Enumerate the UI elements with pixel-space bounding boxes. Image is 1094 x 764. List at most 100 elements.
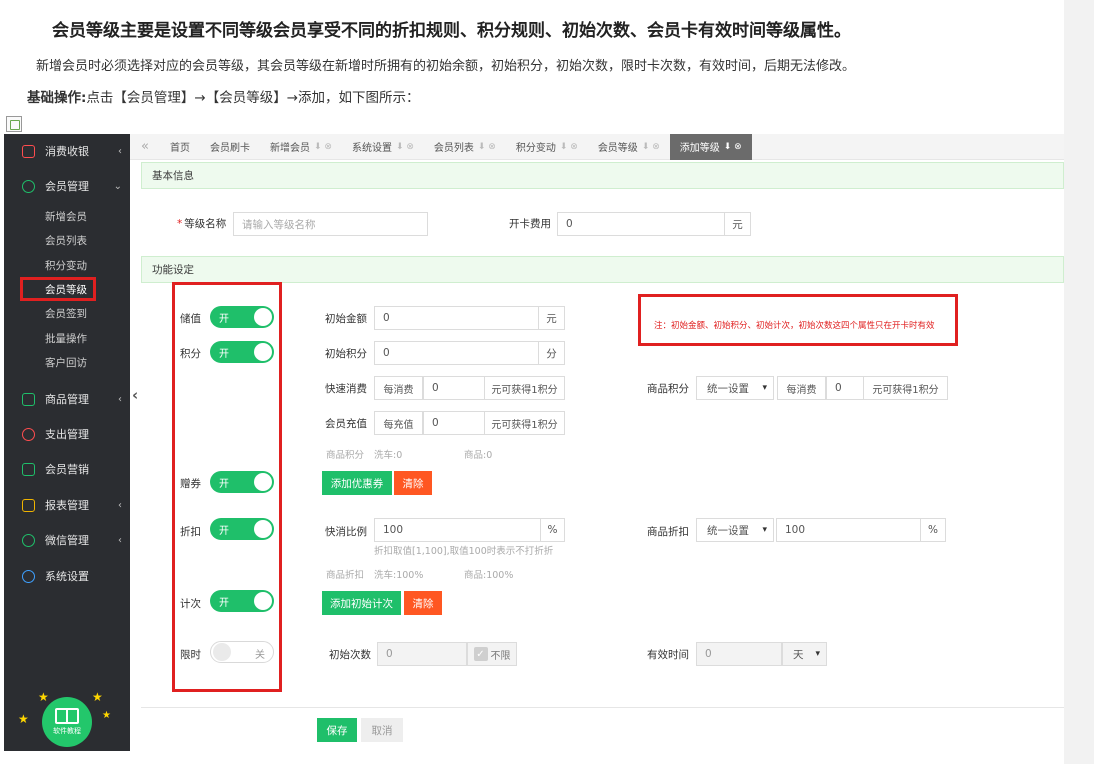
sidebar-item-members[interactable]: 会员管理 ⌄ bbox=[4, 169, 130, 203]
init-balance-input[interactable]: 0 bbox=[374, 306, 539, 330]
chevron-left-icon: ‹ bbox=[118, 393, 122, 405]
unlimited-label: 不限 bbox=[490, 650, 511, 662]
sidebar-item-reports[interactable]: 报表管理 ‹ bbox=[4, 488, 130, 522]
sidebar-item-pos[interactable]: 消费收银 ‹ bbox=[4, 134, 130, 168]
sidebar-item-marketing[interactable]: 会员营销 bbox=[4, 452, 130, 486]
tab-add-member[interactable]: 新增会员 ⬇ ⊗ bbox=[260, 134, 342, 160]
sidebar-sub-revisit[interactable]: 客户回访 bbox=[4, 350, 130, 374]
tab-add-level[interactable]: 添加等级 ⬇ ⊗ bbox=[669, 134, 752, 160]
broken-image-icon bbox=[6, 116, 22, 132]
goods-spend-input[interactable]: 0 bbox=[826, 376, 864, 400]
page-gutter bbox=[1064, 0, 1094, 764]
tab-home[interactable]: 首页 bbox=[160, 134, 200, 160]
app-screenshot: 消费收银 ‹ 会员管理 ⌄ 新增会员 会员列表 积分变动 会员等级 会员签到 批… bbox=[4, 134, 1064, 751]
sidebar-item-label: 报表管理 bbox=[45, 499, 89, 512]
level-name-label: * 等级名称 bbox=[177, 216, 226, 231]
book-icon bbox=[55, 708, 79, 724]
sidebar: 消费收银 ‹ 会员管理 ⌄ 新增会员 会员列表 积分变动 会员等级 会员签到 批… bbox=[4, 134, 130, 751]
sidebar-item-label: 会员管理 bbox=[45, 180, 89, 193]
sidebar-item-wechat[interactable]: 微信管理 ‹ bbox=[4, 523, 130, 557]
clear-coupon-button[interactable]: 清除 bbox=[394, 471, 432, 495]
valid-unit-select[interactable]: 天 ▾ bbox=[782, 642, 827, 666]
init-times-label: 初始次数 bbox=[329, 649, 371, 661]
sidebar-sub-member-list[interactable]: 会员列表 bbox=[4, 228, 130, 252]
close-icon[interactable]: ⬇ ⊗ bbox=[478, 142, 496, 152]
goods-discount-input[interactable]: 100 bbox=[776, 518, 921, 542]
tab-label: 积分变动 bbox=[515, 143, 556, 154]
close-icon[interactable]: ⬇ ⊗ bbox=[396, 142, 414, 152]
tab-label: 会员等级 bbox=[597, 143, 638, 154]
points-hint-carwash: 洗车:0 bbox=[374, 450, 403, 461]
chevron-down-icon: ▾ bbox=[815, 649, 820, 659]
close-icon[interactable]: ⬇ ⊗ bbox=[560, 142, 578, 152]
goods-points-select[interactable]: 统一设置 ▾ bbox=[696, 376, 774, 400]
section-function-settings: 功能设定 bbox=[141, 256, 1064, 283]
select-value: 天 bbox=[793, 648, 804, 661]
earn-point-unit: 元可获得1积分 bbox=[485, 411, 565, 435]
quick-ratio-unit: % bbox=[541, 518, 565, 542]
sidebar-item-goods[interactable]: 商品管理 ‹ bbox=[4, 382, 130, 416]
doc-paragraph: 新增会员时必须选择对应的会员等级，其会员等级在新增时所拥有的初始余额，初始积分，… bbox=[36, 59, 856, 74]
init-points-input[interactable]: 0 bbox=[374, 341, 539, 365]
note-text: 注：初始金额、初始积分、初始计次，初始次数这四个属性只在开卡时有效 bbox=[654, 321, 935, 331]
highlight-box bbox=[172, 282, 282, 692]
close-icon[interactable]: ⬇ ⊗ bbox=[314, 142, 332, 152]
init-times-input[interactable]: 0 bbox=[377, 642, 467, 666]
tab-label: 系统设置 bbox=[351, 143, 392, 154]
tab-card-swipe[interactable]: 会员刷卡 bbox=[200, 134, 260, 160]
unlimited-addon[interactable]: ✓ 不限 bbox=[467, 642, 517, 666]
sidebar-sub-batch[interactable]: 批量操作 bbox=[4, 326, 130, 350]
tab-points-change[interactable]: 积分变动 ⬇ ⊗ bbox=[506, 134, 588, 160]
sidebar-item-label: 系统设置 bbox=[45, 570, 89, 583]
add-init-count-button[interactable]: 添加初始计次 bbox=[322, 591, 401, 615]
highlight-box bbox=[20, 277, 96, 301]
close-icon[interactable]: ⬇ ⊗ bbox=[642, 142, 660, 152]
discount-hint-carwash: 洗车:100% bbox=[374, 570, 424, 581]
sidebar-sub-checkin[interactable]: 会员签到 bbox=[4, 301, 130, 325]
valid-time-input[interactable]: 0 bbox=[696, 642, 782, 666]
goods-discount-unit: % bbox=[921, 518, 946, 542]
chevron-left-icon: ‹ bbox=[118, 534, 122, 546]
tab-member-level[interactable]: 会员等级 ⬇ ⊗ bbox=[588, 134, 670, 160]
chevron-down-icon: ▾ bbox=[762, 383, 767, 393]
tab-member-list[interactable]: 会员列表 ⬇ ⊗ bbox=[424, 134, 506, 160]
close-icon[interactable]: ⬇ ⊗ bbox=[724, 142, 742, 152]
save-button[interactable]: 保存 bbox=[317, 718, 357, 742]
sidebar-sub-add-member[interactable]: 新增会员 bbox=[4, 204, 130, 228]
cancel-button[interactable]: 取消 bbox=[361, 718, 403, 742]
unlimited-checkbox[interactable]: ✓ bbox=[473, 647, 488, 661]
discount-hint-label: 商品折扣 bbox=[326, 570, 365, 581]
divider bbox=[141, 707, 1064, 708]
goods-discount-select[interactable]: 统一设置 ▾ bbox=[696, 518, 774, 542]
quick-ratio-input[interactable]: 100 bbox=[374, 518, 541, 542]
clear-count-button[interactable]: 清除 bbox=[404, 591, 442, 615]
tab-label: 会员刷卡 bbox=[210, 143, 250, 154]
tab-system-settings[interactable]: 系统设置 ⬇ ⊗ bbox=[342, 134, 424, 160]
chevron-down-icon: ▾ bbox=[762, 525, 767, 535]
sidebar-item-expense[interactable]: 支出管理 bbox=[4, 417, 130, 451]
cashier-icon bbox=[22, 144, 35, 158]
tab-label: 首页 bbox=[170, 143, 190, 154]
level-name-input[interactable]: 请输入等级名称 bbox=[233, 212, 428, 236]
sidebar-item-settings[interactable]: 系统设置 bbox=[4, 559, 130, 593]
tutorial-badge[interactable]: 软件教程 bbox=[42, 697, 92, 747]
recharge-input[interactable]: 0 bbox=[423, 411, 485, 435]
sidebar-sub-points-change[interactable]: 积分变动 bbox=[4, 253, 130, 277]
add-coupon-button[interactable]: 添加优惠券 bbox=[322, 471, 392, 495]
collapse-chevron-icon[interactable]: ‹ bbox=[132, 386, 138, 404]
chevron-left-icon: ‹ bbox=[118, 499, 122, 511]
ops-label: 基础操作: bbox=[27, 90, 87, 106]
quick-spend-input[interactable]: 0 bbox=[423, 376, 485, 400]
points-hint-label: 商品积分 bbox=[326, 450, 365, 461]
star-icon: ★ bbox=[92, 690, 103, 704]
double-chevron-left-icon[interactable]: « bbox=[130, 139, 160, 154]
points-hint-goods: 商品:0 bbox=[464, 450, 493, 461]
card-fee-input[interactable]: 0 bbox=[557, 212, 725, 236]
valid-time-label: 有效时间 bbox=[647, 649, 689, 661]
badge-label: 软件教程 bbox=[53, 727, 81, 735]
chevron-left-icon: ‹ bbox=[118, 145, 122, 157]
gear-icon bbox=[22, 569, 35, 583]
label-text: 等级名称 bbox=[184, 218, 227, 230]
select-value: 统一设置 bbox=[707, 382, 749, 395]
wechat-icon bbox=[22, 533, 35, 547]
